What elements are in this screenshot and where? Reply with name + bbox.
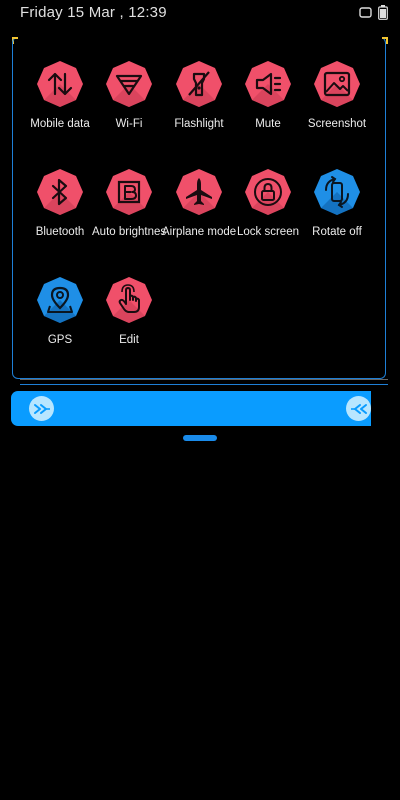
tile-bluetooth[interactable]: Bluetooth [25,168,95,238]
tile-label: GPS [47,334,73,346]
bluetooth-icon [37,169,83,215]
tile-screenshot[interactable]: Screenshot [302,60,372,130]
panel-drag-handle[interactable] [183,435,217,441]
tile-wifi[interactable]: Wi-Fi [94,60,164,130]
tile-flashlight[interactable]: Flashlight [164,60,234,130]
notification-icon [359,7,372,18]
tile-edit[interactable]: Edit [94,276,164,346]
status-time: Friday 15 Mar , 12:39 [20,4,167,21]
wifi-icon [106,61,152,107]
edit-icon [106,277,152,323]
tile-label: Mute [255,118,281,130]
chevrons-right-icon [33,403,50,414]
auto-brightness-icon [106,169,152,215]
tile-label: Bluetooth [35,226,85,238]
tile-label: Lock screen [236,226,299,238]
tile-label: Auto brightness [92,226,166,238]
flashlight-icon [176,61,222,107]
mobile-data-icon [37,61,83,107]
rotate-icon [314,169,360,215]
tile-label: Mobile data [30,118,90,130]
brightness-slider[interactable] [11,391,371,426]
tile-label: Flashlight [174,118,224,130]
tile-mute[interactable]: Mute [233,60,303,130]
tile-airplane-mode[interactable]: Airplane mode [162,168,236,238]
mute-icon [245,61,291,107]
lock-icon [245,169,291,215]
airplane-icon [176,169,222,215]
screenshot-icon [314,61,360,107]
tile-rotate[interactable]: Rotate off [302,168,372,238]
tile-mobile-data[interactable]: Mobile data [25,60,95,130]
gps-icon [37,277,83,323]
tile-label: Wi-Fi [115,118,143,130]
battery-icon [378,5,388,20]
tile-label: Rotate off [312,226,362,238]
tile-gps[interactable]: GPS [25,276,95,346]
status-bar: Friday 15 Mar , 12:39 [0,0,400,26]
chevrons-left-icon [350,403,367,414]
tile-label: Screenshot [307,118,367,130]
status-icons [359,5,388,20]
tile-lock-screen[interactable]: Lock screen [233,168,303,238]
brightness-high-icon[interactable] [346,396,371,421]
tile-auto-brightness[interactable]: Auto brightness [92,168,166,238]
brightness-low-icon[interactable] [29,396,54,421]
tile-label: Edit [119,334,139,346]
panel-bottom-edge [20,379,388,385]
tile-label: Airplane mode [162,226,236,238]
